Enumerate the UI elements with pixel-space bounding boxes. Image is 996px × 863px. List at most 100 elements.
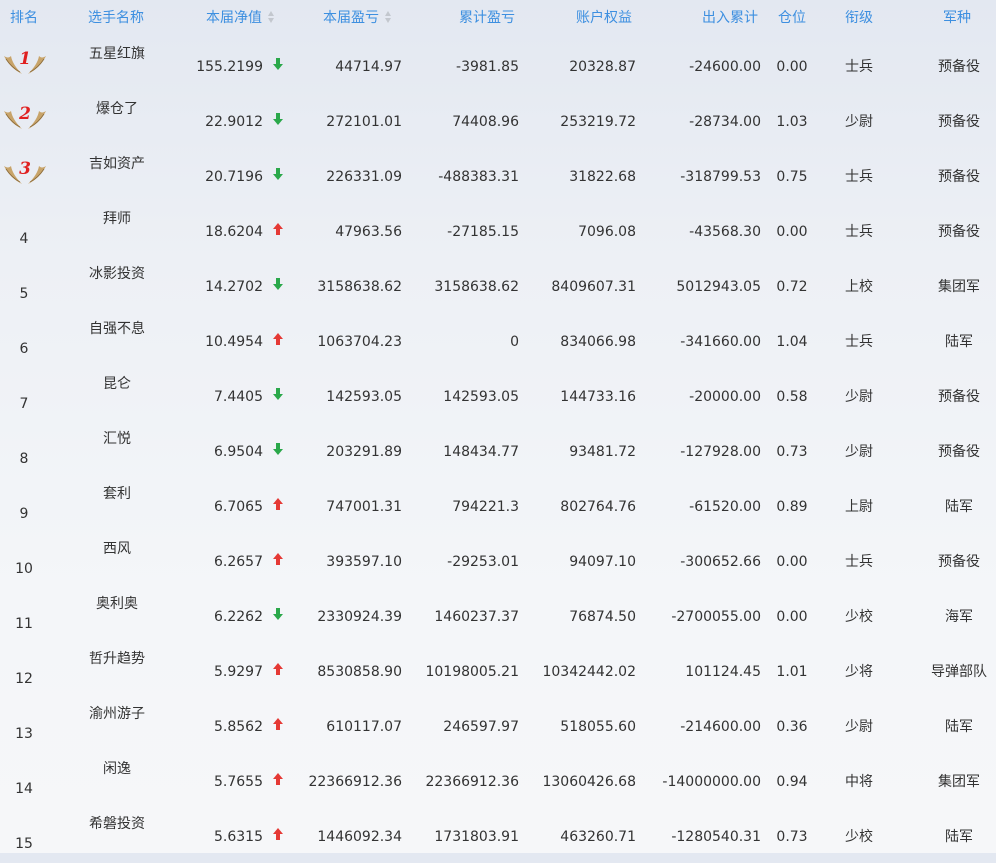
cumulative-value: 10198005.21 (425, 664, 519, 680)
profit-value: 1063704.23 (317, 334, 402, 350)
player-name: 拜师 (103, 211, 131, 227)
profit-value: 203291.89 (326, 444, 402, 460)
table-row[interactable]: 13 渝州游子 5.8562 610117.07 246597.97 518055.60 -… (0, 698, 996, 753)
equity-value: 802764.76 (560, 499, 636, 515)
position-value: 0.73 (776, 829, 808, 845)
nav-value: 22.9012 (205, 114, 263, 130)
inout-value: -24600.00 (689, 59, 761, 75)
player-name: 五星红旗 (89, 46, 145, 62)
arrow-up-icon (273, 718, 283, 730)
rank-title: 士兵 (845, 169, 873, 185)
sort-icon[interactable] (385, 11, 392, 23)
arrow-up-icon (273, 773, 283, 785)
table-row[interactable]: 8 汇悦 6.9504 203291.89 148434.77 93481.72 -1279… (0, 423, 996, 478)
header-position[interactable]: 仓位 (778, 9, 806, 27)
army-branch: 预备役 (938, 114, 980, 130)
profit-value: 272101.01 (326, 114, 402, 130)
army-branch: 陆军 (945, 334, 973, 350)
cumulative-value: -27185.15 (447, 224, 519, 240)
rank-title: 少校 (845, 829, 873, 845)
army-branch: 预备役 (938, 224, 980, 240)
position-value: 0.72 (776, 279, 808, 295)
leaderboard-table: 排名 选手名称 本届净值 本届盈亏 累计盈亏 账户权益 出入累计 仓位 衔级 军… (0, 0, 996, 853)
cumulative-value: 794221.3 (452, 499, 519, 515)
army-branch: 集团军 (938, 279, 980, 295)
cumulative-value: 74408.96 (452, 114, 519, 130)
nav-value: 6.9504 (214, 444, 263, 460)
rank-number: 6 (19, 341, 29, 357)
position-value: 0.94 (776, 774, 808, 790)
table-row[interactable]: 10 西风 6.2657 393597.10 -29253.01 94097.10 -300… (0, 533, 996, 588)
army-branch: 预备役 (938, 59, 980, 75)
header-cumulative[interactable]: 累计盈亏 (459, 9, 515, 27)
army-branch: 预备役 (938, 389, 980, 405)
table-row[interactable]: 6 自强不息 10.4954 1063704.23 0 834066.98 -341660.… (0, 313, 996, 368)
header-title[interactable]: 衔级 (845, 9, 873, 27)
table-row[interactable]: 15 希磐投资 5.6315 1446092.34 1731803.91 463260.7… (0, 808, 996, 863)
table-row[interactable]: 4 拜师 18.6204 47963.56 -27185.15 7096.08 -43568… (0, 203, 996, 258)
table-row[interactable]: 3 吉如资产 20.7196 226331.09 -488383.31 31822.68 -… (0, 148, 996, 203)
table-row[interactable]: 7 昆仑 7.4405 142593.05 142593.05 144733.16 -200… (0, 368, 996, 423)
inout-value: -28734.00 (689, 114, 761, 130)
player-name: 奥利奥 (96, 596, 138, 612)
rank-title: 少将 (845, 664, 873, 680)
player-name: 昆仑 (103, 376, 131, 392)
rank-number: 15 (15, 836, 33, 852)
cumulative-value: -3981.85 (456, 59, 519, 75)
rank-title: 士兵 (845, 334, 873, 350)
table-row[interactable]: 2 爆仓了 22.9012 272101.01 74408.96 253219.72 -28… (0, 93, 996, 148)
player-name: 套利 (103, 486, 131, 502)
nav-value: 6.2262 (214, 609, 263, 625)
rank-medal-icon: 3 (4, 160, 46, 184)
player-name: 渝州游子 (89, 706, 145, 722)
sort-icon[interactable] (268, 11, 275, 23)
profit-value: 47963.56 (335, 224, 402, 240)
table-row[interactable]: 12 哲升趋势 5.9297 8530858.90 10198005.21 1034244… (0, 643, 996, 698)
army-branch: 预备役 (938, 444, 980, 460)
player-name: 冰影投资 (89, 266, 145, 282)
header-name[interactable]: 选手名称 (88, 9, 144, 27)
cumulative-value: 1460237.37 (434, 609, 519, 625)
table-row[interactable]: 5 冰影投资 14.2702 3158638.62 3158638.62 8409607.… (0, 258, 996, 313)
header-branch[interactable]: 军种 (943, 9, 971, 27)
rank-number: 1 (19, 50, 31, 69)
arrow-up-icon (273, 333, 283, 345)
table-row[interactable]: 11 奥利奥 6.2262 2330924.39 1460237.37 76874.50 -… (0, 588, 996, 643)
arrow-up-icon (273, 663, 283, 675)
position-value: 0.00 (776, 609, 808, 625)
inout-value: 101124.45 (685, 664, 761, 680)
position-value: 0.36 (776, 719, 808, 735)
header-nav[interactable]: 本届净值 (206, 9, 275, 27)
table-row[interactable]: 1 五星红旗 155.2199 44714.97 -3981.85 20328.87 -24… (0, 38, 996, 93)
header-equity[interactable]: 账户权益 (576, 9, 632, 27)
cumulative-value: 1731803.91 (434, 829, 519, 845)
position-value: 1.01 (776, 664, 808, 680)
position-value: 0.89 (776, 499, 808, 515)
table-row[interactable]: 9 套利 6.7065 747001.31 794221.3 802764.76 -6152… (0, 478, 996, 533)
equity-value: 93481.72 (569, 444, 636, 460)
arrow-up-icon (273, 828, 283, 840)
nav-value: 5.6315 (214, 829, 263, 845)
profit-value: 2330924.39 (317, 609, 402, 625)
army-branch: 陆军 (945, 829, 973, 845)
player-name: 自强不息 (89, 321, 145, 337)
nav-value: 14.2702 (205, 279, 263, 295)
header-rank[interactable]: 排名 (10, 9, 38, 27)
equity-value: 518055.60 (560, 719, 636, 735)
cumulative-value: 22366912.36 (425, 774, 519, 790)
player-name: 西风 (103, 541, 131, 557)
army-branch: 预备役 (938, 169, 980, 185)
inout-value: -318799.53 (680, 169, 761, 185)
army-branch: 集团军 (938, 774, 980, 790)
header-inout[interactable]: 出入累计 (702, 9, 758, 27)
arrow-down-icon (273, 443, 283, 455)
position-value: 0.75 (776, 169, 808, 185)
inout-value: -127928.00 (680, 444, 761, 460)
arrow-down-icon (273, 168, 283, 180)
header-profit[interactable]: 本届盈亏 (323, 9, 392, 27)
player-name: 爆仓了 (96, 101, 138, 117)
equity-value: 31822.68 (569, 169, 636, 185)
cumulative-value: -488383.31 (438, 169, 519, 185)
table-row[interactable]: 14 闲逸 5.7655 22366912.36 22366912.36 13060426… (0, 753, 996, 808)
profit-value: 44714.97 (335, 59, 402, 75)
